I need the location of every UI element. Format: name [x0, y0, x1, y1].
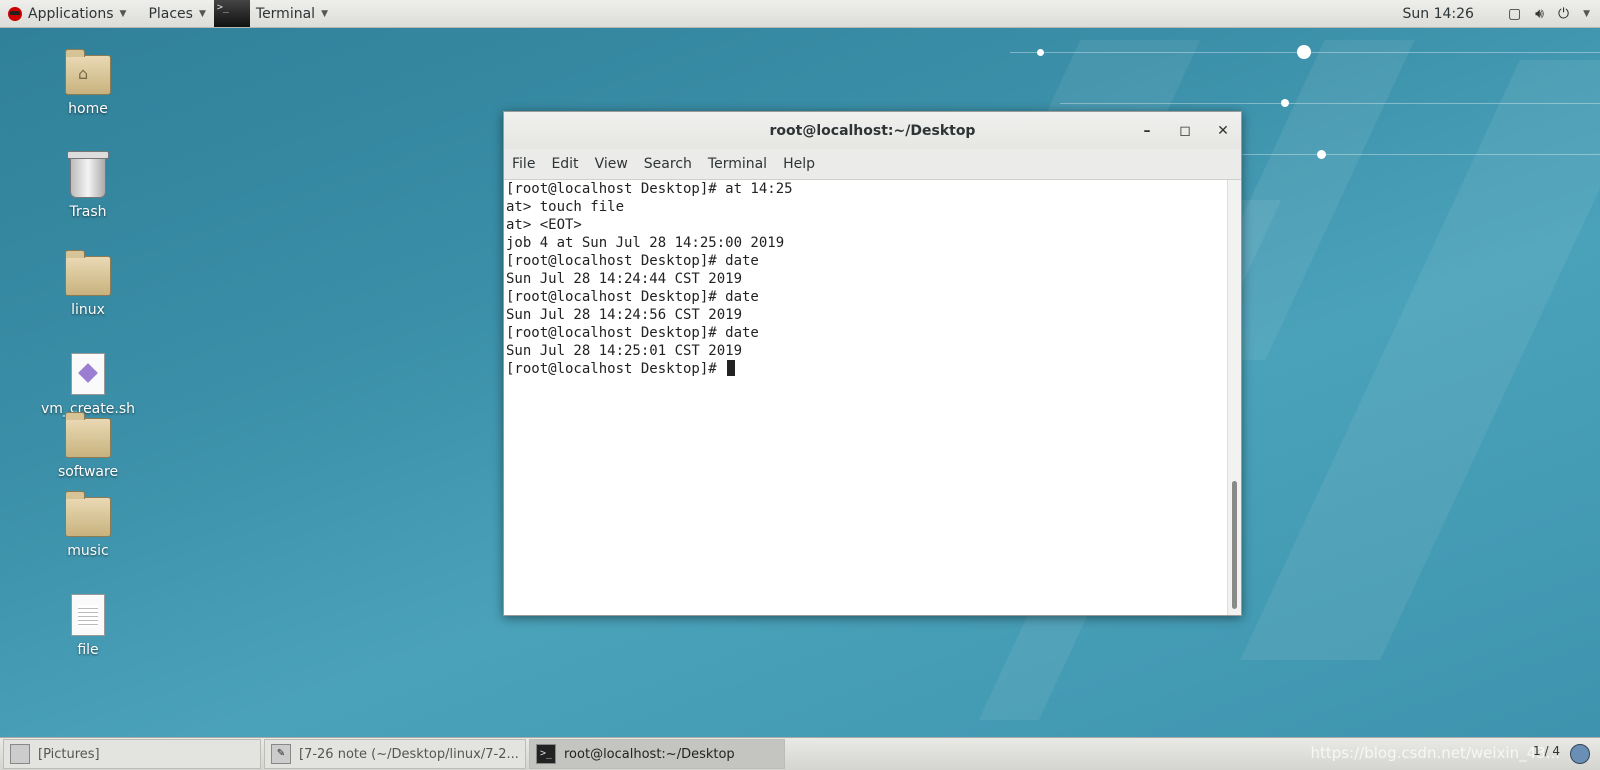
window-controls: – ◻ ✕	[1139, 112, 1231, 149]
menu-file[interactable]: File	[504, 156, 543, 172]
wallpaper-dot	[1037, 49, 1044, 56]
chevron-down-icon: ▼	[321, 8, 328, 19]
terminal-icon: >_	[536, 744, 556, 764]
workspace-indicator[interactable]: 1 / 4	[1533, 744, 1560, 758]
terminal-line: at> touch file	[506, 199, 625, 215]
folder-icon	[65, 491, 111, 537]
desktop-icon-file[interactable]: file	[33, 594, 143, 658]
terminal-line: Sun Jul 28 14:25:01 CST 2019	[506, 343, 743, 359]
chevron-down-icon[interactable]: ▼	[1583, 9, 1590, 19]
menu-terminal[interactable]: Terminal	[700, 156, 775, 172]
top-panel: Applications ▼ Places ▼ >_ Terminal ▼ Su…	[0, 0, 1600, 28]
menu-help[interactable]: Help	[775, 156, 823, 172]
taskbar-item-label: [Pictures]	[38, 746, 100, 762]
maximize-icon[interactable]: ◻	[1177, 123, 1193, 139]
terminal-scrollbar[interactable]	[1227, 180, 1241, 615]
desktop-icon-label: vm_create.sh	[41, 401, 135, 417]
chevron-down-icon: ▼	[119, 8, 127, 19]
terminal-window[interactable]: root@localhost:~/Desktop – ◻ ✕ File Edit…	[503, 111, 1242, 616]
terminal-app-icon: >_	[213, 0, 250, 27]
desktop-icon-label: music	[67, 543, 109, 559]
terminal-line: [root@localhost Desktop]# date	[506, 253, 759, 269]
desktop-icon-trash[interactable]: Trash	[33, 151, 143, 220]
folder-icon	[10, 744, 30, 764]
folder-icon	[65, 412, 111, 458]
taskbar-item-pictures[interactable]: [Pictures]	[3, 739, 261, 769]
desktop-icon-label: Trash	[69, 204, 107, 220]
window-titlebar[interactable]: root@localhost:~/Desktop – ◻ ✕	[504, 112, 1241, 149]
terminal-app-label: Terminal	[255, 5, 316, 22]
text-file-icon	[71, 594, 105, 636]
terminal-prompt: [root@localhost Desktop]#	[506, 361, 726, 377]
taskbar-item-label: root@localhost:~/Desktop	[564, 746, 735, 762]
terminal-line: Sun Jul 28 14:24:44 CST 2019	[506, 271, 743, 287]
bottom-taskbar: [Pictures] ✎ [7-26 note (~/Desktop/linux…	[0, 737, 1600, 770]
wallpaper-dot	[1281, 99, 1289, 107]
terminal-line: Sun Jul 28 14:24:56 CST 2019	[506, 307, 743, 323]
workspace-switcher-icon[interactable]	[1570, 744, 1590, 764]
applications-menu[interactable]: Applications ▼	[0, 0, 134, 27]
terminal-line: [root@localhost Desktop]# date	[506, 289, 759, 305]
wallpaper-line	[1060, 103, 1600, 104]
desktop-icon-label: home	[68, 101, 108, 117]
screen-icon[interactable]: ▢	[1508, 6, 1521, 22]
text-cursor	[727, 360, 736, 376]
desktop-icon-music[interactable]: music	[33, 491, 143, 559]
taskbar-item-note[interactable]: ✎ [7-26 note (~/Desktop/linux/7-2...	[264, 739, 526, 769]
chevron-down-icon: ▼	[198, 8, 206, 19]
menu-search[interactable]: Search	[636, 156, 700, 172]
wallpaper-dot	[1317, 150, 1326, 159]
folder-icon	[65, 250, 111, 296]
power-icon[interactable]: ⏻	[1558, 6, 1569, 22]
terminal-app-menu[interactable]: >_ Terminal ▼	[213, 0, 336, 27]
minimize-icon[interactable]: –	[1139, 123, 1155, 139]
trash-icon	[67, 151, 109, 198]
desktop-icon-vm-create[interactable]: vm_create.sh	[33, 353, 143, 417]
terminal-line: job 4 at Sun Jul 28 14:25:00 2019	[506, 235, 785, 251]
taskbar-item-terminal[interactable]: >_ root@localhost:~/Desktop	[529, 739, 785, 769]
redhat-logo-icon	[8, 6, 22, 21]
desktop-icon-home[interactable]: ⌂ home	[33, 49, 143, 117]
home-folder-icon: ⌂	[65, 49, 111, 95]
menu-view[interactable]: View	[587, 156, 636, 172]
scrollbar-thumb[interactable]	[1232, 481, 1237, 609]
terminal-prompt-line: [root@localhost Desktop]#	[506, 360, 1226, 378]
volume-icon[interactable]: 🔊︎	[1535, 6, 1544, 22]
applications-label: Applications	[28, 5, 114, 22]
text-editor-icon: ✎	[271, 744, 291, 764]
system-tray: Sun 14:26 ▢ 🔊︎ ⏻ ▼	[1403, 0, 1591, 27]
clock[interactable]: Sun 14:26	[1403, 6, 1474, 22]
terminal-output[interactable]: [root@localhost Desktop]# at 14:25 at> t…	[504, 180, 1228, 615]
taskbar-item-label: [7-26 note (~/Desktop/linux/7-2...	[299, 746, 519, 762]
close-icon[interactable]: ✕	[1215, 123, 1231, 139]
window-title: root@localhost:~/Desktop	[769, 122, 976, 139]
desktop-icon-linux[interactable]: linux	[33, 250, 143, 318]
script-file-icon	[71, 353, 105, 395]
menu-edit[interactable]: Edit	[543, 156, 586, 172]
places-menu[interactable]: Places ▼	[134, 0, 213, 27]
terminal-menubar: File Edit View Search Terminal Help	[504, 149, 1241, 180]
desktop-icon-label: linux	[71, 302, 105, 318]
wallpaper-dot	[1297, 45, 1311, 59]
terminal-line: [root@localhost Desktop]# date	[506, 325, 759, 341]
terminal-line: at> <EOT>	[506, 217, 582, 233]
terminal-line: [root@localhost Desktop]# at 14:25	[506, 181, 793, 197]
desktop-icon-label: file	[77, 642, 99, 658]
desktop-icon-label: software	[57, 464, 119, 480]
watermark: https://blog.csdn.net/weixin_43...	[1310, 744, 1560, 762]
places-label: Places	[148, 5, 193, 22]
desktop-icon-software[interactable]: software	[33, 412, 143, 480]
